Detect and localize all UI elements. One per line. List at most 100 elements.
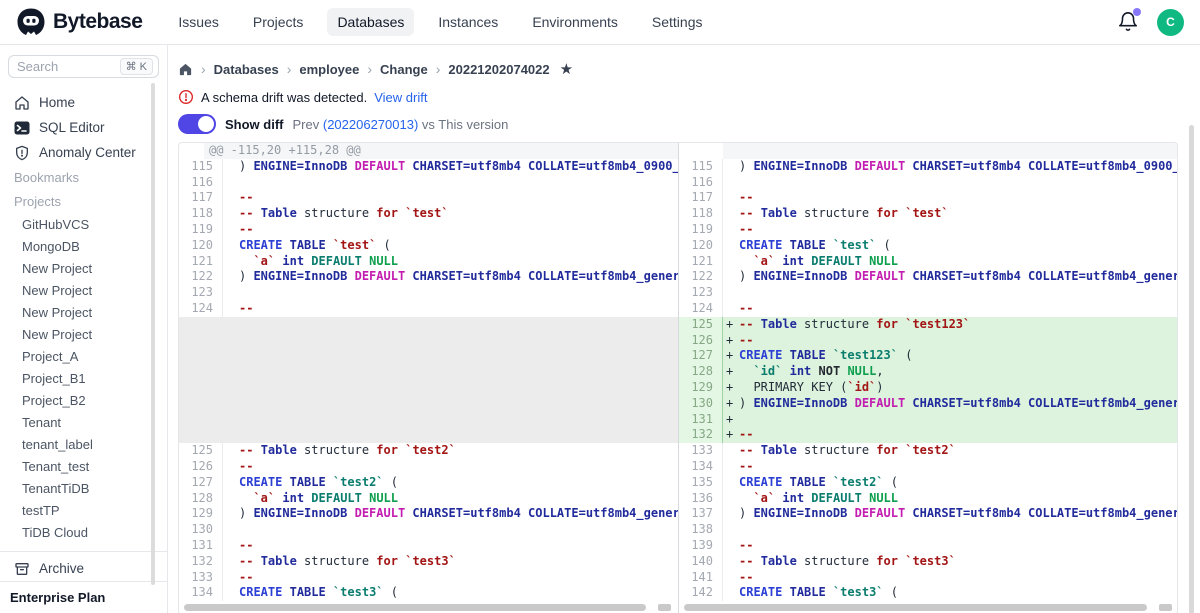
nav-item-issues[interactable]: Issues [168,8,228,36]
diff-pane-current[interactable]: 115) ENGINE=InnoDB DEFAULT CHARSET=utf8m… [679,143,1178,613]
breadcrumb-separator: › [367,61,372,77]
sidebar-scrollbar[interactable] [151,83,155,585]
diff-line: 124-- [679,301,1178,317]
horizontal-scrollbar[interactable] [679,601,1178,613]
horizontal-scrollbar[interactable] [179,601,678,613]
project-item[interactable]: Tenant_test [8,455,159,477]
breadcrumb-item[interactable]: Change [380,62,428,77]
line-number: 117 [179,190,223,206]
diff-line: 132-- Table structure for `test3` [179,554,678,570]
project-item[interactable]: New Project [8,279,159,301]
project-item[interactable]: Project_B2 [8,389,159,411]
line-number: 129 [679,380,723,396]
diff-line: 118-- Table structure for `test` [679,206,1178,222]
sidebar-item-anomaly-center[interactable]: Anomaly Center [8,140,159,165]
diff-line: 121 `a` int DEFAULT NULL [679,254,1178,270]
notification-bell-button[interactable] [1117,11,1139,33]
breadcrumb: ›Databases›employee›Change›2022120207402… [178,59,1200,79]
main-nav: Issues Projects Databases Instances Environm… [168,8,712,36]
project-item[interactable]: testTP [8,499,159,521]
breadcrumb-item[interactable]: Databases [214,62,279,77]
diff-version-info: Prev (202206270013) vs This version [293,117,509,132]
diff-line: 119-- [179,222,678,238]
line-number: 131 [179,538,223,554]
breadcrumb-item[interactable]: 20221202074022 [448,62,549,77]
schema-drift-alert: A schema drift was detected. View drift [178,87,1200,107]
project-item[interactable]: Tenant [8,411,159,433]
project-item[interactable]: TenantTiDB [8,477,159,499]
line-number: 123 [179,285,223,301]
nav-item-instances[interactable]: Instances [428,8,508,36]
diff-line: 115) ENGINE=InnoDB DEFAULT CHARSET=utf8m… [179,159,678,175]
line-number: 127 [179,475,223,491]
diff-line: 123 [679,285,1178,301]
line-number: 119 [179,222,223,238]
diff-line: 116 [179,175,678,191]
diff-toolbar: Show diff Prev (202206270013) vs This ve… [178,113,1200,135]
nav-item-settings[interactable]: Settings [642,8,713,36]
project-list: GitHubVCSMongoDBNew ProjectNew ProjectNe… [8,213,159,543]
project-item[interactable]: TiDB Cloud [8,521,159,543]
diff-line: 131-- [179,538,678,554]
line-number: 140 [679,554,723,570]
view-drift-link[interactable]: View drift [374,90,427,105]
project-item[interactable]: GitHubVCS [8,213,159,235]
line-number: 116 [679,175,723,191]
breadcrumb-home-icon[interactable] [178,62,193,77]
diff-line: 116 [679,175,1178,191]
project-item[interactable]: New Project [8,301,159,323]
line-number: 131 [679,412,723,428]
star-icon[interactable]: ★ [560,60,573,78]
line-number: 118 [679,206,723,222]
line-number: 128 [179,491,223,507]
line-number: 120 [679,238,723,254]
schema-diff-view: @@ -115,20 +115,28 @@115) ENGINE=InnoDB … [178,142,1178,613]
nav-item-environments[interactable]: Environments [522,8,628,36]
diff-line: 120CREATE TABLE `test` ( [679,238,1178,254]
diff-line: 137) ENGINE=InnoDB DEFAULT CHARSET=utf8m… [679,506,1178,522]
diff-hunk-header [679,143,1178,159]
alert-message: A schema drift was detected. [201,90,367,105]
project-item[interactable]: Project_B1 [8,367,159,389]
project-item[interactable]: tenant_label [8,433,159,455]
diff-line-added: 131+ [679,412,1178,428]
line-number: 123 [679,285,723,301]
diff-line: 115) ENGINE=InnoDB DEFAULT CHARSET=utf8m… [679,159,1178,175]
user-avatar[interactable]: C [1157,9,1184,36]
line-number: 132 [679,427,723,443]
show-diff-toggle[interactable] [178,114,216,134]
vs-label: vs This version [422,117,508,132]
sidebar-item-archive[interactable]: Archive [8,556,159,581]
page-scrollbar[interactable] [1189,125,1194,613]
prev-label: Prev [293,117,320,132]
line-number: 124 [679,301,723,317]
sidebar-section-projects: Projects [8,189,159,213]
project-item[interactable]: New Project [8,323,159,345]
sidebar: Search ⌘ K Home SQL Editor [0,45,168,613]
breadcrumb-separator: › [201,61,206,77]
diff-line: 129) ENGINE=InnoDB DEFAULT CHARSET=utf8m… [179,506,678,522]
nav-item-projects[interactable]: Projects [243,8,314,36]
line-number: 134 [179,585,223,601]
sidebar-item-sql-editor[interactable]: SQL Editor [8,115,159,140]
diff-pane-previous[interactable]: @@ -115,20 +115,28 @@115) ENGINE=InnoDB … [179,143,679,613]
nav-item-databases[interactable]: Databases [327,8,414,36]
show-diff-label: Show diff [225,117,284,132]
line-number: 121 [179,254,223,270]
search-input[interactable]: Search ⌘ K [8,55,159,78]
project-item[interactable]: Project_A [8,345,159,367]
project-item[interactable]: New Project [8,257,159,279]
diff-line: 121 `a` int DEFAULT NULL [179,254,678,270]
diff-line: 138 [679,522,1178,538]
sidebar-item-home[interactable]: Home [8,90,159,115]
shield-icon [14,145,30,161]
project-item[interactable]: MongoDB [8,235,159,257]
breadcrumb-item[interactable]: employee [299,62,359,77]
bytebase-logo[interactable]: Bytebase [16,7,142,37]
terminal-icon [14,120,30,136]
notification-badge [1133,8,1141,16]
line-number: 130 [179,522,223,538]
prev-version-link[interactable]: (202206270013) [323,117,418,132]
diff-line-added: 126+-- [679,333,1178,349]
line-number: 119 [679,222,723,238]
